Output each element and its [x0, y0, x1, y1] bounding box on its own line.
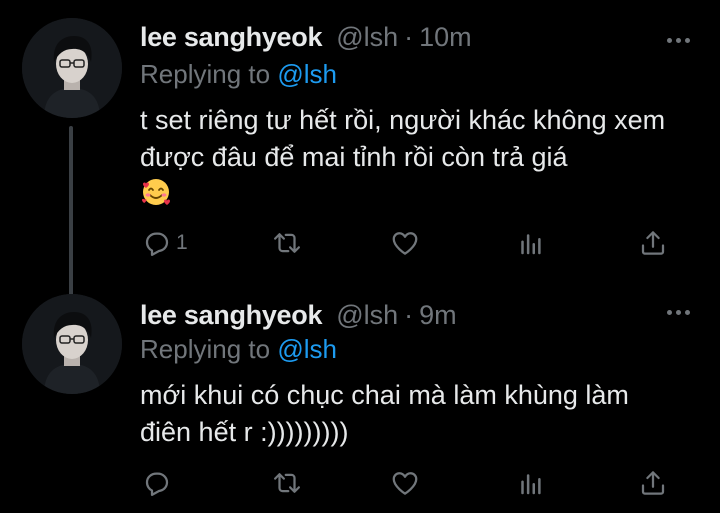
replying-to: Replying to @lsh: [140, 59, 337, 90]
timestamp[interactable]: 10m: [419, 22, 472, 53]
like-button[interactable]: [390, 468, 424, 498]
analytics-button[interactable]: [515, 228, 545, 258]
mention-link[interactable]: @lsh: [277, 334, 337, 364]
share-icon: [641, 231, 665, 255]
share-button[interactable]: [638, 468, 668, 498]
avatar-photo: [22, 294, 122, 394]
timestamp[interactable]: 9m: [419, 300, 457, 331]
share-button[interactable]: [638, 228, 668, 258]
tweet-actions: [140, 468, 680, 500]
analytics-icon: [521, 234, 541, 255]
more-options-icon[interactable]: [664, 302, 692, 322]
reply-count: 1: [176, 231, 188, 254]
tweet-header: lee sanghyeok @lsh · 9m: [140, 300, 457, 331]
separator-dot: ·: [404, 22, 414, 52]
mention-link[interactable]: @lsh: [277, 59, 337, 89]
reply-button[interactable]: 1: [142, 228, 188, 258]
avatar[interactable]: [22, 18, 122, 118]
separator-dot: ·: [404, 300, 414, 330]
tweet[interactable]: lee sanghyeok @lsh · 10m Replying to @ls…: [0, 0, 720, 280]
analytics-button[interactable]: [515, 468, 545, 498]
tweet-actions: 1: [140, 228, 680, 260]
share-icon: [641, 471, 665, 495]
smiling-face-with-hearts-icon: [140, 176, 172, 218]
retweet-button[interactable]: [272, 228, 306, 258]
tweet-header: lee sanghyeok @lsh · 10m: [140, 22, 472, 53]
retweet-button[interactable]: [272, 468, 306, 498]
retweet-icon: [274, 233, 300, 253]
replying-to-label: Replying to: [140, 334, 278, 364]
analytics-icon: [521, 474, 541, 495]
more-options-icon[interactable]: [664, 30, 692, 50]
like-button[interactable]: [390, 228, 424, 258]
heart-icon: [392, 232, 418, 255]
author-name[interactable]: lee sanghyeok: [140, 22, 322, 53]
reply-button[interactable]: [142, 468, 176, 498]
reply-icon: [145, 232, 169, 256]
tweet-text: mới khui có chục chai mà làm khùng làm đ…: [140, 377, 680, 451]
replying-to: Replying to @lsh: [140, 334, 337, 365]
tweet[interactable]: lee sanghyeok @lsh · 9m Replying to @lsh…: [0, 280, 720, 513]
avatar[interactable]: [22, 294, 122, 394]
tweet-text: t set riêng tư hết rồi, người khác không…: [140, 102, 680, 218]
replying-to-label: Replying to: [140, 59, 278, 89]
author-handle[interactable]: @lsh: [336, 22, 398, 53]
reply-icon: [145, 472, 169, 496]
retweet-icon: [274, 473, 300, 493]
tweet-text-content: t set riêng tư hết rồi, người khác không…: [140, 105, 666, 172]
author-name[interactable]: lee sanghyeok: [140, 300, 322, 331]
avatar-photo: [22, 18, 122, 118]
heart-icon: [392, 472, 418, 495]
tweet-text-content: mới khui có chục chai mà làm khùng làm đ…: [140, 380, 629, 447]
author-handle[interactable]: @lsh: [336, 300, 398, 331]
